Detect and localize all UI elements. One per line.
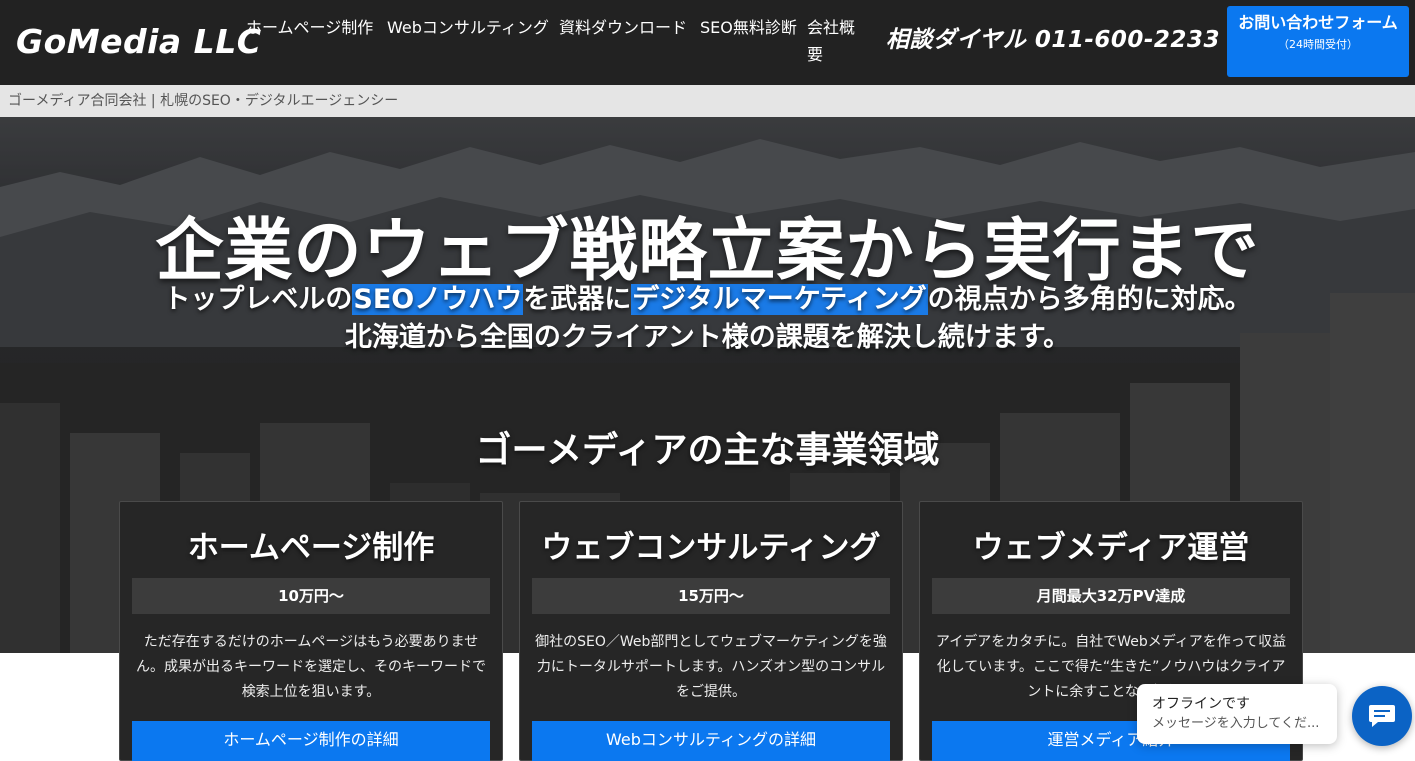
chat-open-button[interactable]	[1352, 686, 1412, 746]
card-description: 御社のSEO／Web部門としてウェブマーケティングを強力にトータルサポートします…	[535, 634, 887, 700]
chat-message-placeholder: メッセージを入力してくだ...	[1152, 716, 1320, 731]
card-description: ただ存在するだけのホームページはもう必要ありません。成果が出るキーワードを選定し…	[136, 634, 486, 700]
card-title: ウェブメディア運営	[972, 530, 1250, 566]
nav-item-company[interactable]: 会社概要	[807, 14, 867, 68]
chat-preview[interactable]: オフラインです メッセージを入力してくだ...	[1137, 684, 1337, 744]
highlight-seo: SEOノウハウ	[352, 284, 524, 315]
service-card-homepage: ホームページ制作 10万円〜 ただ存在するだけのホームページはもう必要ありません…	[119, 501, 503, 761]
main-nav: ホームページ制作 Webコンサルティング 資料ダウンロード SEO無料診断 会社…	[246, 14, 867, 68]
highlight-digital-marketing: デジタルマーケティング	[631, 284, 928, 315]
chat-icon	[1369, 705, 1395, 727]
card-price: 15万円〜	[532, 578, 890, 614]
contact-button-label: お問い合わせフォーム	[1238, 13, 1398, 32]
site-header: GoMedia LLC ホームページ制作 Webコンサルティング 資料ダウンロー…	[0, 0, 1415, 85]
hero-subtitle-line-2: 北海道から全国のクライアント様の課題を解決し続けます。	[344, 322, 1071, 353]
card-price: 月間最大32万PV達成	[932, 578, 1290, 614]
contact-button-sublabel: （24時間受付）	[1278, 38, 1358, 51]
contact-form-button[interactable]: お問い合わせフォーム （24時間受付）	[1227, 6, 1409, 77]
service-card-consulting: ウェブコンサルティング 15万円〜 御社のSEO／Web部門としてウェブマーケテ…	[519, 501, 903, 761]
nav-item-web-consulting[interactable]: Webコンサルティング	[387, 14, 559, 68]
hero-subtitle: トップレベルのSEOノウハウを武器にデジタルマーケティングの視点から多角的に対応…	[0, 281, 1415, 357]
site-tagline: ゴーメディア合同会社 | 札幌のSEO・デジタルエージェンシー	[0, 85, 1415, 117]
hero-sub-text-c: の視点から多角的に対応。	[927, 284, 1252, 315]
hero-sub-text-b: を武器に	[523, 284, 632, 315]
homepage-details-button[interactable]: ホームページ制作の詳細	[132, 721, 490, 761]
nav-item-download[interactable]: 資料ダウンロード	[559, 14, 700, 68]
hero-sub-text-a: トップレベルの	[163, 284, 353, 315]
chat-status: オフラインです	[1152, 696, 1250, 712]
services-section-title: ゴーメディアの主な事業領域	[475, 430, 940, 471]
hero-subtitle-line-1: トップレベルのSEOノウハウを武器にデジタルマーケティングの視点から多角的に対応…	[0, 281, 1415, 319]
card-title: ホームページ制作	[187, 530, 435, 566]
card-title: ウェブコンサルティング	[541, 530, 881, 566]
consulting-details-button[interactable]: Webコンサルティングの詳細	[532, 721, 890, 761]
nav-item-homepage[interactable]: ホームページ制作	[246, 14, 387, 68]
phone-number[interactable]: 相談ダイヤル 011-600-2233	[886, 20, 1220, 54]
card-price: 10万円〜	[132, 578, 490, 614]
nav-item-seo-diagnosis[interactable]: SEO無料診断	[700, 14, 807, 68]
hero-title: 企業のウェブ戦略立案から実行まで	[155, 212, 1260, 291]
site-logo[interactable]: GoMedia LLC	[16, 22, 261, 61]
